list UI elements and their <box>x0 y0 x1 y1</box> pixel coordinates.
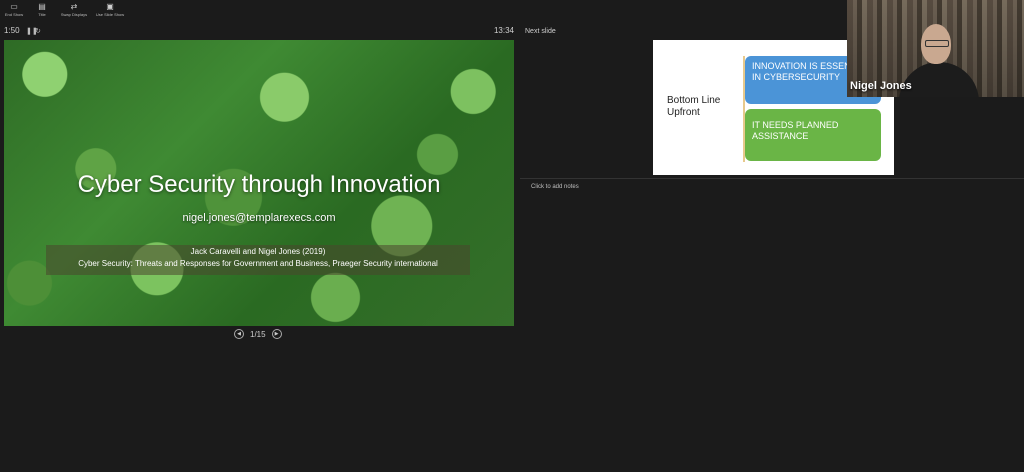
timer-row: 1:50 ❚❚ ↻ 13:34 <box>4 26 514 38</box>
current-slide[interactable]: Cyber Security through Innovation nigel.… <box>4 40 514 326</box>
slide-email: nigel.jones@templarexecs.com <box>182 212 336 224</box>
slide-icon: ▤ <box>38 2 46 11</box>
presentation-icon: ▭ <box>10 2 18 11</box>
slide-title: Cyber Security through Innovation <box>77 171 441 198</box>
webcam-feed: Nigel Jones <box>847 0 1024 97</box>
next-slide-heading: Bottom Line Upfront <box>667 95 721 118</box>
next-slide-box-assistance: IT NEEDS PLANNED ASSISTANCE <box>745 109 881 161</box>
previous-slide-icon[interactable]: ◀ <box>234 329 244 339</box>
participant-name: Nigel Jones <box>850 80 912 92</box>
clock-time: 13:34 <box>493 26 514 35</box>
swap-displays-button[interactable]: ⇄ Swap Displays <box>59 0 89 22</box>
slideshow-icon: ▣ <box>106 2 114 11</box>
next-slide-icon[interactable]: ▶ <box>271 329 282 339</box>
presenter-toolbar: ▭ End Show ▤ Title ⇄ Swap Displays ▣ Use… <box>0 0 125 22</box>
next-slide-label: Next slide <box>525 28 556 35</box>
slide-counter: 1/15 <box>250 329 266 339</box>
end-show-button[interactable]: ▭ End Show <box>3 0 25 22</box>
title-button[interactable]: ▤ Title <box>31 0 53 22</box>
notes-area[interactable]: Click to add notes <box>531 184 579 190</box>
slide-navigation: ◀ 1/15 ▶ <box>234 329 282 339</box>
slide-citation: Jack Caravelli and Nigel Jones (2019) Cy… <box>46 245 470 275</box>
notes-divider <box>520 178 1024 179</box>
elapsed-time: 1:50 <box>4 26 20 35</box>
reset-icon[interactable]: ↻ <box>35 27 41 35</box>
citation-title: Cyber Security: Threats and Responses fo… <box>78 259 438 268</box>
swap-icon: ⇄ <box>70 2 78 11</box>
use-slide-show-button[interactable]: ▣ Use Slide Show <box>95 0 125 22</box>
glasses <box>925 40 949 47</box>
citation-authors: Jack Caravelli and Nigel Jones (2019) <box>190 247 326 256</box>
